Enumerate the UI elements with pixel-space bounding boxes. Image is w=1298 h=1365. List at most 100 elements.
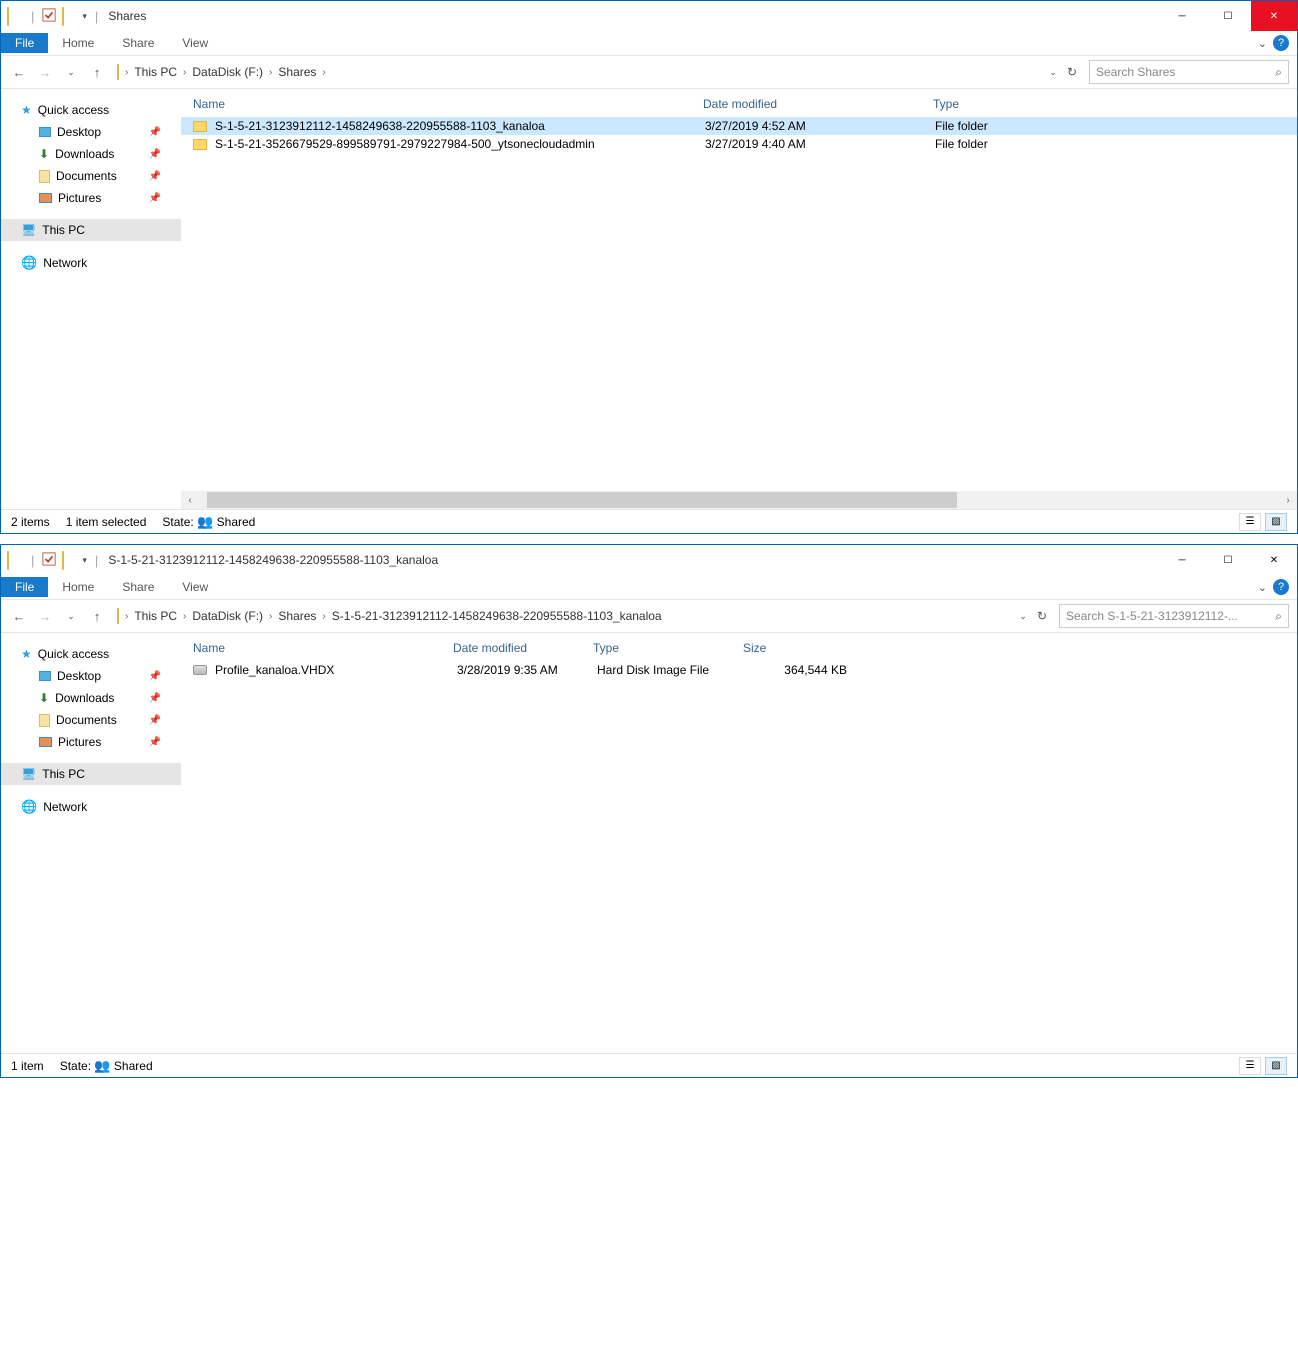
close-button[interactable]: ✕: [1251, 1, 1297, 31]
network-icon: 🌐: [21, 799, 37, 815]
expand-ribbon-icon[interactable]: ⌄: [1258, 37, 1267, 50]
nav-desktop[interactable]: Desktop 📌: [1, 121, 181, 143]
search-input[interactable]: Search Shares ⌕: [1089, 60, 1289, 84]
pin-icon: 📌: [149, 127, 161, 138]
breadcrumb-segment[interactable]: This PC: [134, 609, 177, 623]
tab-home[interactable]: Home: [48, 577, 108, 597]
nav-pictures[interactable]: Pictures 📌: [1, 731, 181, 753]
nav-back-icon[interactable]: ←: [9, 62, 29, 82]
refresh-icon[interactable]: ↻: [1031, 609, 1053, 623]
nav-up-icon[interactable]: ↑: [87, 62, 107, 82]
minimize-button[interactable]: ─: [1159, 545, 1205, 575]
cell-date: 3/27/2019 4:40 AM: [705, 137, 935, 151]
nav-up-icon[interactable]: ↑: [87, 606, 107, 626]
nav-documents[interactable]: Documents 📌: [1, 709, 181, 731]
col-name[interactable]: Name: [193, 641, 453, 655]
pin-icon: 📌: [149, 671, 161, 682]
qat-dropdown-icon[interactable]: ▾: [82, 555, 87, 566]
nav-network[interactable]: 🌐 Network: [1, 251, 181, 275]
status-item-count: 1 item: [11, 1059, 44, 1073]
column-headers[interactable]: Name Date modified Type: [181, 89, 1297, 117]
view-large-button[interactable]: ▧: [1265, 1057, 1287, 1075]
nav-forward-icon[interactable]: →: [35, 62, 55, 82]
help-icon[interactable]: ?: [1273, 579, 1289, 595]
address-dropdown-icon[interactable]: ⌄: [1019, 611, 1027, 622]
pc-icon: 🖥: [21, 767, 36, 781]
view-details-button[interactable]: ☰: [1239, 1057, 1261, 1075]
view-details-button[interactable]: ☰: [1239, 513, 1261, 531]
col-date[interactable]: Date modified: [453, 641, 593, 655]
nav-this-pc[interactable]: 🖥 This PC: [1, 219, 181, 241]
close-button[interactable]: ✕: [1251, 545, 1297, 575]
scroll-thumb[interactable]: [207, 492, 957, 508]
qat-dropdown-icon[interactable]: ▾: [82, 11, 87, 22]
cell-name: Profile_kanaloa.VHDX: [215, 663, 457, 677]
breadcrumb-segment[interactable]: Shares: [278, 65, 316, 79]
nav-recent-icon[interactable]: ⌄: [61, 62, 81, 82]
minimize-button[interactable]: ─: [1159, 1, 1205, 31]
col-size[interactable]: Size: [743, 641, 843, 655]
nav-recent-icon[interactable]: ⌄: [61, 606, 81, 626]
scroll-left-icon[interactable]: ‹: [181, 495, 199, 506]
search-input[interactable]: Search S-1-5-21-3123912112-... ⌕: [1059, 604, 1289, 628]
help-icon[interactable]: ?: [1273, 35, 1289, 51]
list-item[interactable]: S-1-5-21-3123912112-1458249638-220955588…: [181, 117, 1297, 135]
state-value: Shared: [217, 515, 256, 529]
nav-label: Desktop: [57, 669, 101, 683]
col-date[interactable]: Date modified: [703, 97, 933, 111]
col-type[interactable]: Type: [593, 641, 743, 655]
view-large-button[interactable]: ▧: [1265, 513, 1287, 531]
nav-downloads[interactable]: ⬇ Downloads 📌: [1, 143, 181, 165]
ribbon: File Home Share View ⌄ ?: [1, 575, 1297, 599]
breadcrumb-segment[interactable]: DataDisk (F:): [192, 65, 263, 79]
tab-file[interactable]: File: [1, 577, 48, 597]
breadcrumb-segment[interactable]: S-1-5-21-3123912112-1458249638-220955588…: [332, 609, 662, 623]
nav-label: Pictures: [58, 735, 101, 749]
tab-share[interactable]: Share: [108, 577, 168, 597]
addressbar[interactable]: › This PC › DataDisk (F:) › Shares › S-1…: [113, 609, 1053, 623]
col-type[interactable]: Type: [933, 97, 1083, 111]
maximize-button[interactable]: ☐: [1205, 1, 1251, 31]
nav-back-icon[interactable]: ←: [9, 606, 29, 626]
documents-icon: [39, 170, 50, 183]
properties-icon[interactable]: [42, 8, 58, 24]
breadcrumb-segment[interactable]: This PC: [134, 65, 177, 79]
scroll-right-icon[interactable]: ›: [1279, 495, 1297, 506]
newfolder-icon[interactable]: [62, 8, 78, 24]
breadcrumb-segment[interactable]: Shares: [278, 609, 316, 623]
maximize-button[interactable]: ☐: [1205, 545, 1251, 575]
tab-home[interactable]: Home: [48, 33, 108, 53]
refresh-icon[interactable]: ↻: [1061, 65, 1083, 79]
nav-network[interactable]: 🌐 Network: [1, 795, 181, 819]
properties-icon[interactable]: [42, 552, 58, 568]
folder-icon: [7, 8, 23, 24]
nav-downloads[interactable]: ⬇ Downloads 📌: [1, 687, 181, 709]
list-item[interactable]: S-1-5-21-3526679529-899589791-2979227984…: [181, 135, 1297, 153]
tab-file[interactable]: File: [1, 33, 48, 53]
pin-icon: 📌: [149, 737, 161, 748]
tab-view[interactable]: View: [168, 577, 222, 597]
breadcrumb-segment[interactable]: DataDisk (F:): [192, 609, 263, 623]
nav-pictures[interactable]: Pictures 📌: [1, 187, 181, 209]
folder-icon: [193, 139, 211, 150]
expand-ribbon-icon[interactable]: ⌄: [1258, 581, 1267, 594]
nav-quick-access[interactable]: ★ Quick access: [1, 99, 181, 121]
pin-icon: 📌: [149, 193, 161, 204]
newfolder-icon[interactable]: [62, 552, 78, 568]
scrollbar-horizontal[interactable]: ‹ ›: [181, 491, 1297, 509]
nav-documents[interactable]: Documents 📌: [1, 165, 181, 187]
documents-icon: [39, 714, 50, 727]
tab-share[interactable]: Share: [108, 33, 168, 53]
column-headers[interactable]: Name Date modified Type Size: [181, 633, 1297, 661]
tab-view[interactable]: View: [168, 33, 222, 53]
pin-icon: 📌: [149, 149, 161, 160]
nav-forward-icon[interactable]: →: [35, 606, 55, 626]
nav-desktop[interactable]: Desktop 📌: [1, 665, 181, 687]
addressbar[interactable]: › This PC › DataDisk (F:) › Shares › ⌄ ↻: [113, 65, 1083, 79]
list-item[interactable]: Profile_kanaloa.VHDX 3/28/2019 9:35 AM H…: [181, 661, 1297, 679]
nav-quick-access[interactable]: ★ Quick access: [1, 643, 181, 665]
col-name[interactable]: Name: [193, 97, 703, 111]
nav-this-pc[interactable]: 🖥 This PC: [1, 763, 181, 785]
window-title: Shares: [108, 9, 146, 23]
address-dropdown-icon[interactable]: ⌄: [1049, 67, 1057, 78]
